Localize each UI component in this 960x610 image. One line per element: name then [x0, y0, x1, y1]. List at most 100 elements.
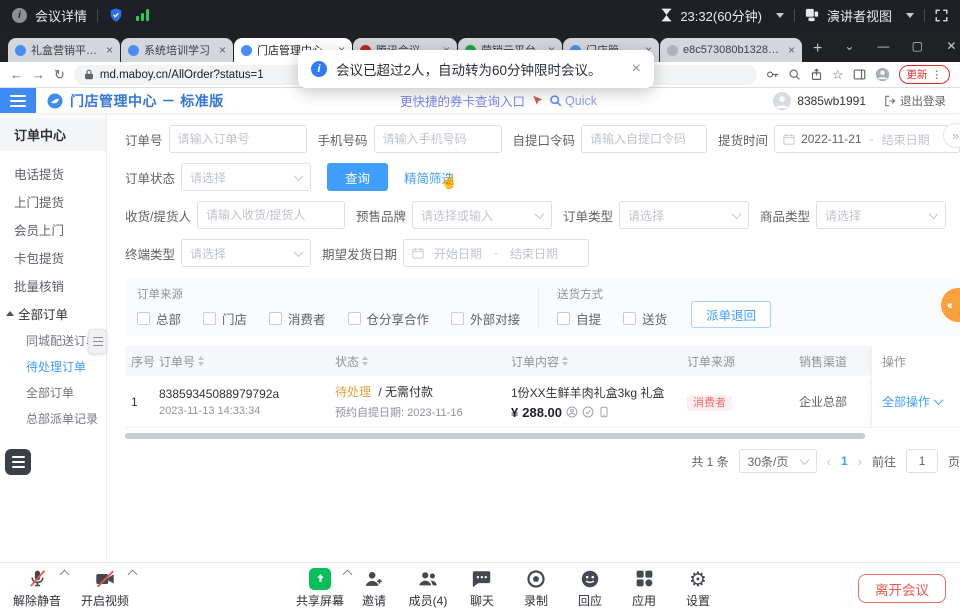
- new-tab-button[interactable]: +: [813, 40, 822, 58]
- camera-options-chevron[interactable]: [128, 570, 138, 580]
- pickup-date-range[interactable]: 2022-11-21 - 结束日期: [774, 125, 960, 153]
- forward-icon[interactable]: →: [32, 68, 45, 81]
- window-close-button[interactable]: ✕: [934, 30, 960, 62]
- sidebar-item-batch-verify[interactable]: 批量核销: [0, 271, 106, 299]
- share-icon[interactable]: [810, 68, 823, 81]
- checkbox-delivery[interactable]: 送货: [623, 309, 667, 328]
- sidebar-item-phone-pickup[interactable]: 电话提货: [0, 159, 106, 187]
- promo-link[interactable]: 更快捷的券卡查询入口: [400, 91, 525, 110]
- view-mode-switch[interactable]: 演讲者视图: [805, 6, 914, 25]
- search-button[interactable]: 查询: [327, 163, 388, 191]
- sidebar-item-hq-dispatch-log[interactable]: 总部派单记录: [0, 405, 106, 431]
- user-avatar[interactable]: [773, 92, 791, 110]
- terminal-type-label: 终端类型: [125, 244, 175, 263]
- fullscreen-icon[interactable]: [935, 9, 948, 22]
- screen: i 会议详情 23:32(60分钟) 演讲者视图: [0, 0, 960, 610]
- prev-page-button[interactable]: ‹: [827, 454, 831, 469]
- key-icon[interactable]: [766, 68, 779, 81]
- page-size-select[interactable]: 30条/页: [739, 449, 817, 473]
- row-order-no: 83859345088979792a: [159, 387, 335, 401]
- horizontal-scrollbar[interactable]: [125, 433, 960, 439]
- window-restore-button[interactable]: ▢: [900, 30, 934, 62]
- reactions-button[interactable]: 回应: [561, 567, 619, 609]
- profile-avatar-icon[interactable]: [875, 67, 890, 82]
- meeting-timer[interactable]: 23:32(60分钟): [661, 6, 784, 25]
- checkbox-source-hq[interactable]: 总部: [137, 309, 181, 328]
- presale-brand-select[interactable]: 请选择或输入: [412, 201, 552, 229]
- info-icon: i: [311, 61, 327, 77]
- sidebar-group-all-orders[interactable]: 全部订单: [0, 299, 106, 327]
- tab-search-icon[interactable]: ⌄: [832, 30, 866, 62]
- meeting-panel-toggle[interactable]: [5, 449, 31, 475]
- checkbox-self-pickup[interactable]: 自提: [557, 309, 601, 328]
- unmute-button[interactable]: 解除静音: [8, 567, 66, 609]
- tab-close-icon[interactable]: ×: [106, 44, 113, 56]
- phone-input-box: [374, 125, 502, 153]
- settings-button[interactable]: ⚙ 设置: [669, 567, 727, 609]
- expect-ship-date-range[interactable]: 开始日期 - 结束日期: [403, 239, 589, 267]
- side-panel-icon[interactable]: [853, 68, 866, 81]
- mobile-phone-icon: [598, 406, 610, 418]
- order-status-select[interactable]: 请选择: [181, 163, 311, 191]
- logout-icon: [884, 95, 896, 107]
- dispatch-return-button[interactable]: 派单退回: [691, 301, 771, 328]
- tab-close-icon[interactable]: ×: [788, 44, 795, 56]
- browser-tab[interactable]: 系统培训学习×: [121, 38, 233, 62]
- checkbox-source-store[interactable]: 门店: [203, 309, 247, 328]
- start-video-button[interactable]: 开启视频: [76, 567, 134, 609]
- chrome-update-button[interactable]: 更新⋮: [899, 65, 951, 84]
- leave-meeting-button[interactable]: 离开会议: [858, 574, 946, 603]
- logout-button[interactable]: 退出登录: [884, 93, 946, 109]
- tab-close-icon[interactable]: ×: [219, 44, 226, 56]
- sidebar-item-pending-orders[interactable]: 待处理订单: [0, 353, 106, 379]
- terminal-type-select[interactable]: 请选择: [181, 239, 311, 267]
- sidebar-drag-handle[interactable]: [88, 329, 107, 354]
- current-page[interactable]: 1: [841, 454, 848, 468]
- expand-filters-button[interactable]: »: [943, 123, 960, 148]
- col-status[interactable]: 状态: [335, 353, 511, 370]
- browser-tab[interactable]: e8c573080b1328a258fd2e6f8×: [660, 38, 802, 62]
- toast-message: 会议已超过2人，自动转为60分钟限时会议。: [336, 59, 602, 79]
- apps-button[interactable]: 应用: [615, 567, 673, 609]
- row-action-dropdown[interactable]: 全部操作: [882, 393, 942, 410]
- invite-button[interactable]: 邀请: [345, 567, 403, 609]
- record-button[interactable]: 录制: [507, 567, 565, 609]
- reload-icon[interactable]: ↻: [54, 68, 65, 81]
- sidebar-item-door-pickup[interactable]: 上门提货: [0, 187, 106, 215]
- share-screen-button[interactable]: 共享屏幕: [291, 567, 349, 609]
- sidebar-item-cardbag-pickup[interactable]: 卡包提货: [0, 243, 106, 271]
- simple-filter-link[interactable]: 精简筛选☝: [404, 168, 454, 187]
- goto-page-input[interactable]: [906, 449, 938, 473]
- receiver-input[interactable]: [206, 208, 336, 222]
- col-content[interactable]: 订单内容: [511, 353, 687, 370]
- window-minimize-button[interactable]: —: [866, 30, 900, 62]
- security-shield-icon[interactable]: [108, 7, 124, 23]
- next-page-button[interactable]: ›: [858, 454, 862, 469]
- back-icon[interactable]: ←: [10, 68, 23, 81]
- meeting-details-label[interactable]: 会议详情: [35, 6, 87, 25]
- checkbox-icon: [557, 312, 570, 325]
- sidebar-item-member-visit[interactable]: 会员上门: [0, 215, 106, 243]
- pickup-code-input[interactable]: [590, 132, 698, 146]
- quick-search-link[interactable]: Quick: [549, 94, 597, 108]
- phone-input[interactable]: [383, 132, 493, 146]
- col-order-no[interactable]: 订单号: [159, 353, 335, 370]
- checkbox-source-warehouse-share[interactable]: 仓分享合作: [348, 309, 430, 328]
- sidebar-toggle-button[interactable]: [0, 88, 36, 113]
- zoom-icon[interactable]: [788, 68, 801, 81]
- mic-options-chevron[interactable]: [60, 570, 70, 580]
- network-signal-icon: [136, 9, 149, 21]
- bookmark-star-icon[interactable]: ☆: [832, 68, 844, 81]
- checkbox-source-external[interactable]: 外部对接: [451, 309, 520, 328]
- order-no-input[interactable]: [178, 132, 298, 146]
- members-button[interactable]: 成员(4): [399, 567, 457, 609]
- checkbox-source-consumer[interactable]: 消费者: [269, 309, 326, 328]
- order-type-select[interactable]: 请选择: [619, 201, 749, 229]
- browser-tab[interactable]: 礼盒营销平台管理中心×: [8, 38, 120, 62]
- sidebar-item-all-orders[interactable]: 全部订单: [0, 379, 106, 405]
- info-icon[interactable]: i: [12, 8, 27, 23]
- goods-type-select[interactable]: 请选择: [816, 201, 946, 229]
- toast-close-icon[interactable]: ×: [632, 61, 641, 77]
- chat-button[interactable]: 聊天: [453, 567, 511, 609]
- app-body: 订单中心 电话提货 上门提货 会员上门 卡包提货 批量核销 全部订单 同城配送订…: [0, 113, 960, 562]
